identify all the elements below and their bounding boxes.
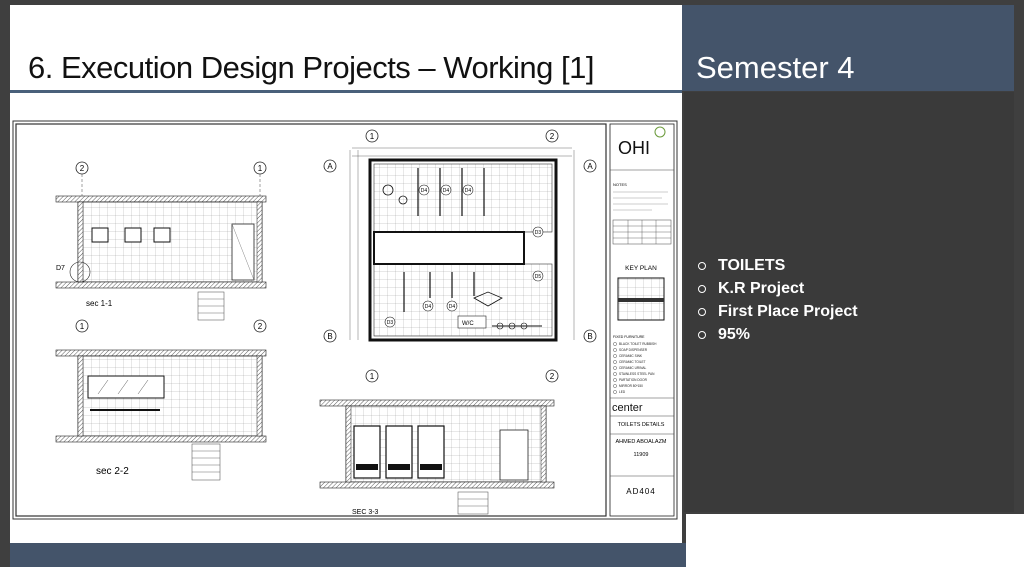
svg-text:2: 2	[258, 322, 263, 331]
bullet-list: TOILETS K.R Project First Place Project …	[698, 254, 858, 346]
bullet-circle-icon	[698, 261, 706, 270]
svg-text:center: center	[612, 402, 643, 414]
svg-text:D4: D4	[443, 188, 450, 194]
svg-text:FIXED FURNITURE: FIXED FURNITURE	[613, 335, 645, 339]
svg-text:2: 2	[550, 372, 555, 381]
svg-text:B: B	[327, 332, 332, 341]
svg-text:1: 1	[370, 372, 375, 381]
svg-text:D7: D7	[56, 265, 65, 272]
svg-text:sec 1-1: sec 1-1	[86, 299, 113, 308]
slide: 6. Execution Design Projects – Working […	[0, 0, 1024, 567]
svg-text:NOTES: NOTES	[613, 182, 627, 187]
svg-text:CERAMIC SINK: CERAMIC SINK	[619, 354, 643, 358]
slide-title: 6. Execution Design Projects – Working […	[28, 50, 595, 85]
svg-text:D3: D3	[387, 320, 394, 326]
svg-text:MIRROR 80*150: MIRROR 80*150	[619, 384, 643, 388]
svg-text:D4: D4	[449, 304, 456, 310]
svg-text:B: B	[587, 332, 592, 341]
svg-text:LED: LED	[619, 390, 626, 394]
toilet-detail-drawing: 2 1 D7 sec 1-1 1 2 sec 2-2 1 2 A A B B 1…	[12, 120, 678, 520]
bullet-item: First Place Project	[698, 300, 858, 323]
title-block: OHI NOTES KEY PLAN FIXED FURNITURE BLACK…	[609, 123, 675, 517]
svg-text:CERAMIC URINAL: CERAMIC URINAL	[619, 366, 647, 370]
svg-text:CERAMIC TOILET: CERAMIC TOILET	[619, 360, 646, 364]
svg-text:TOILETS DETAILS: TOILETS DETAILS	[618, 422, 665, 428]
svg-text:1: 1	[370, 132, 375, 141]
svg-text:2: 2	[80, 164, 85, 173]
svg-text:D3: D3	[535, 230, 542, 236]
logo: OHI	[618, 138, 650, 158]
svg-text:D5: D5	[535, 274, 542, 280]
svg-text:D4: D4	[421, 188, 428, 194]
bullet-item: 95%	[698, 323, 858, 346]
svg-text:A: A	[587, 162, 593, 171]
svg-text:11909: 11909	[634, 452, 649, 458]
corner-block	[686, 514, 1024, 567]
svg-text:STAINLESS STEEL PAN: STAINLESS STEEL PAN	[619, 372, 655, 376]
svg-text:AHMED ABOALAZM: AHMED ABOALAZM	[615, 439, 666, 445]
svg-text:KEY PLAN: KEY PLAN	[625, 265, 657, 272]
svg-text:A: A	[327, 162, 333, 171]
svg-text:D4: D4	[465, 188, 472, 194]
svg-text:2: 2	[550, 132, 555, 141]
bullet-item: K.R Project	[698, 277, 858, 300]
title-divider	[10, 90, 682, 93]
bullet-circle-icon	[698, 284, 706, 293]
svg-text:BLACK TOILET RUBBISH: BLACK TOILET RUBBISH	[619, 342, 657, 346]
bullet-circle-icon	[698, 330, 706, 339]
svg-text:D4: D4	[425, 304, 432, 310]
svg-text:sec 2-2: sec 2-2	[96, 466, 129, 477]
svg-text:SEC 3-3: SEC 3-3	[352, 509, 379, 516]
bullet-circle-icon	[698, 307, 706, 316]
semester-label: Semester 4	[696, 50, 855, 85]
svg-text:PARTATION DOOR: PARTATION DOOR	[619, 378, 648, 382]
bullet-item: TOILETS	[698, 254, 858, 277]
svg-text:W/C: W/C	[462, 321, 474, 327]
svg-text:SOAP DISPENSER: SOAP DISPENSER	[619, 348, 648, 352]
svg-text:1: 1	[80, 322, 85, 331]
svg-text:1: 1	[258, 164, 263, 173]
svg-text:AD404: AD404	[626, 487, 655, 496]
bottom-bar	[10, 543, 686, 567]
